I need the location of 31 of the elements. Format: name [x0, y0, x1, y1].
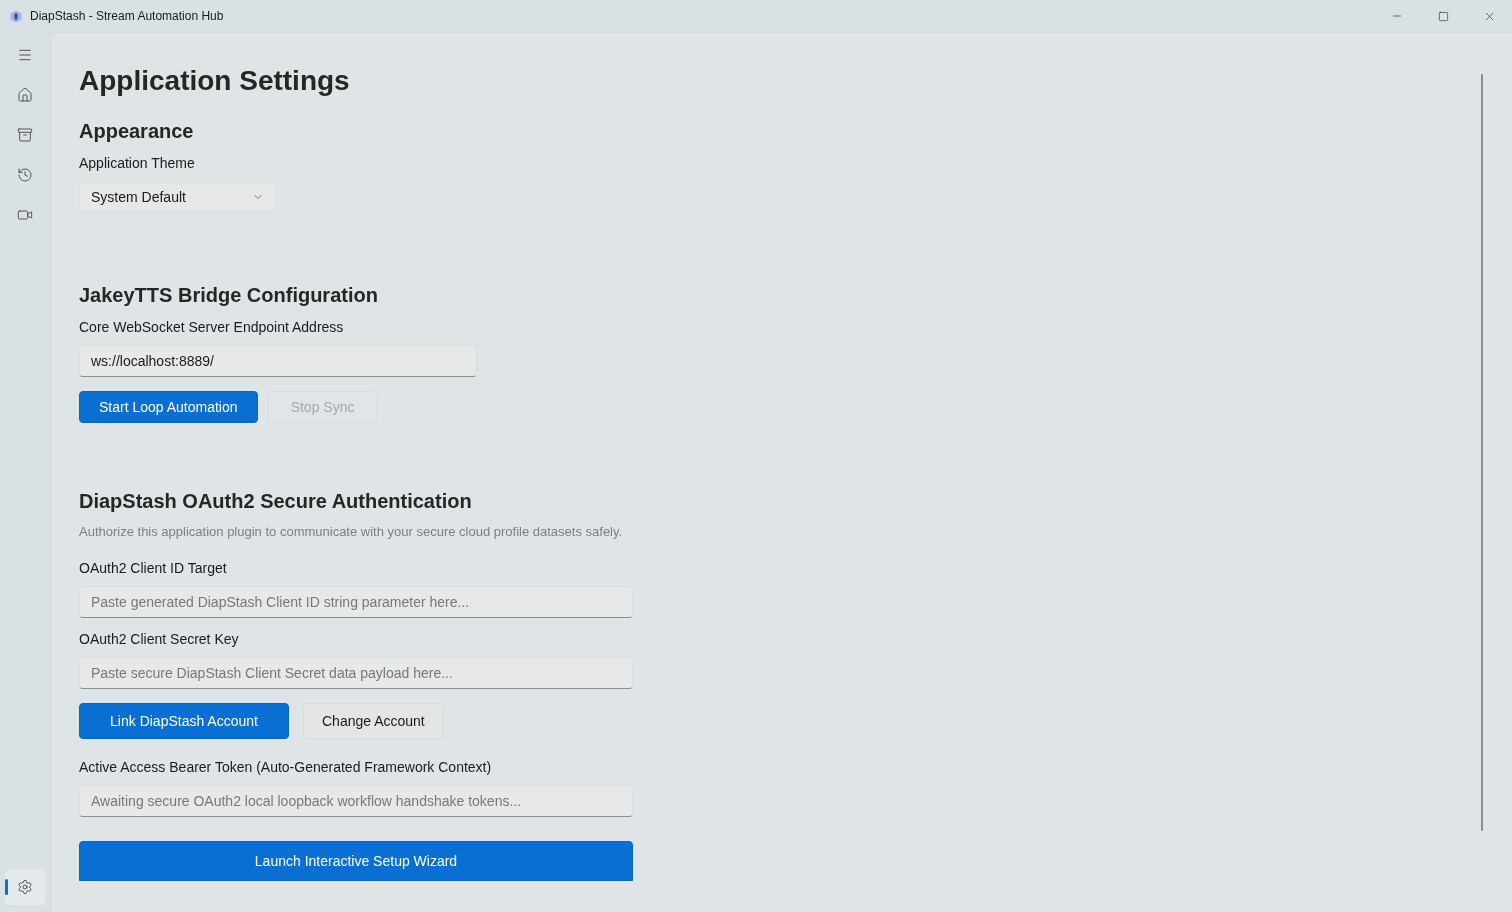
- selection-indicator-icon: [5, 879, 8, 895]
- settings-nav-button[interactable]: [5, 869, 45, 905]
- section-heading: JakeyTTS Bridge Configuration: [79, 283, 379, 308]
- action-button[interactable]: Link DiapStash Account: [79, 703, 289, 739]
- window-title: DiapStash - Stream Automation Hub: [30, 8, 224, 25]
- text-input[interactable]: Paste generated DiapStash Client ID string parameter here...: [79, 586, 633, 618]
- action-button[interactable]: Start Loop Automation: [79, 391, 258, 423]
- text-input[interactable]: ws://localhost:8889/: [79, 345, 477, 377]
- field-label: OAuth2 Client ID Target: [79, 559, 228, 578]
- settings-icon: [17, 879, 33, 895]
- page-title: Application Settings: [79, 64, 351, 98]
- text-input[interactable]: Awaiting secure OAuth2 local loopback workflow handshake tokens...: [79, 785, 633, 817]
- action-button[interactable]: Change Account: [303, 703, 444, 739]
- field-label: Application Theme: [79, 154, 196, 173]
- field-label: Active Access Bearer Token (Auto-Generated Framework Context): [79, 758, 493, 777]
- wizard-button[interactable]: Launch Interactive Setup Wizard: [79, 841, 633, 881]
- section-heading: DiapStash OAuth2 Secure Authentication: [79, 489, 473, 514]
- section-heading: Appearance: [79, 119, 195, 144]
- video-camera-icon: [17, 207, 33, 223]
- scroll-bar[interactable]: [1481, 74, 1483, 831]
- field-label: OAuth2 Client Secret Key: [79, 630, 240, 649]
- menu-icon: [17, 47, 33, 63]
- section-description: Authorize this application plugin to communicate with your secure cloud profile datasets safely.: [79, 524, 624, 540]
- app-icon: [10, 9, 22, 23]
- text-input[interactable]: Paste secure DiapStash Client Secret data payload here...: [79, 657, 633, 689]
- history-icon: [17, 167, 33, 183]
- field-label: Core WebSocket Server Endpoint Address: [79, 318, 345, 337]
- archive-box-icon: [17, 127, 33, 143]
- maximize-icon: [1437, 10, 1449, 22]
- theme-dropdown[interactable]: System Default: [79, 182, 277, 212]
- home-icon: [17, 87, 33, 103]
